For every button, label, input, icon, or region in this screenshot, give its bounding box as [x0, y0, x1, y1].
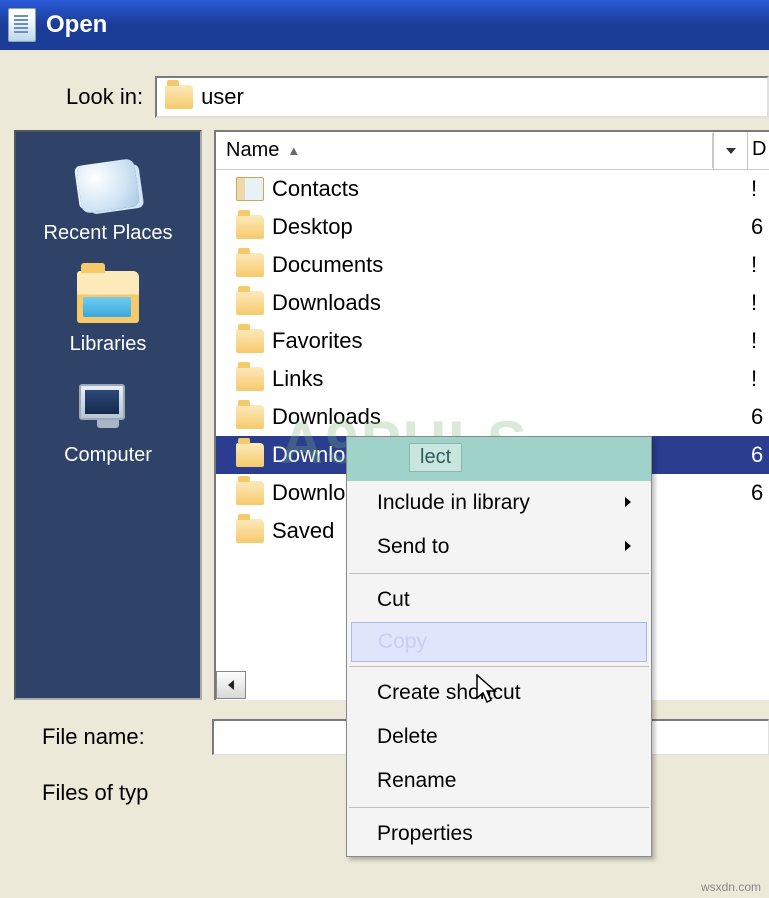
sort-ascending-icon: ▲ — [287, 143, 300, 158]
file-name: Documents — [272, 252, 383, 278]
folder-icon — [236, 253, 264, 277]
file-trail: ! — [751, 176, 769, 202]
recent-places-icon — [76, 158, 140, 214]
menu-separator — [349, 573, 649, 574]
libraries-icon — [77, 271, 139, 323]
folder-icon — [236, 405, 264, 429]
file-row[interactable]: Links! — [216, 360, 769, 398]
menu-item[interactable]: Create shortcut — [347, 671, 651, 715]
folder-icon — [236, 367, 264, 391]
filetype-label: Files of typ — [42, 780, 202, 806]
lookin-value: user — [201, 84, 244, 110]
horizontal-scrollbar[interactable] — [216, 670, 246, 700]
computer-icon — [79, 384, 137, 432]
file-row[interactable]: Desktop 6 — [216, 208, 769, 246]
file-trail: 6 — [751, 480, 769, 506]
lookin-label: Look in: — [66, 84, 143, 110]
file-name: Links — [272, 366, 323, 392]
file-name: Favorites — [272, 328, 362, 354]
menu-item-label: Rename — [377, 769, 456, 793]
file-row[interactable]: Favorites! — [216, 322, 769, 360]
menu-item[interactable]: Rename — [347, 759, 651, 803]
menu-item-label: Properties — [377, 822, 473, 846]
file-trail: ! — [751, 366, 769, 392]
folder-icon — [165, 85, 193, 109]
menu-separator — [349, 666, 649, 667]
file-trail: ! — [751, 290, 769, 316]
file-name: Downloads — [272, 290, 381, 316]
menu-separator — [349, 807, 649, 808]
places-sidebar: Recent Places Libraries Computer — [14, 130, 202, 700]
folder-icon — [236, 291, 264, 315]
file-trail: 6 — [751, 442, 769, 468]
folder-icon — [236, 215, 264, 239]
file-row[interactable]: Downloads! — [216, 284, 769, 322]
file-name: Contacts — [272, 176, 359, 202]
lookin-row: Look in: user — [0, 56, 769, 130]
source-mark: wsxdn.com — [701, 880, 761, 894]
menu-item[interactable]: Send to — [347, 525, 651, 569]
column-header-next[interactable]: D — [747, 132, 769, 169]
menu-item-label: Include in library — [377, 491, 530, 515]
contacts-icon — [236, 177, 264, 201]
notepad-icon — [8, 8, 36, 42]
column-filter-dropdown[interactable] — [713, 132, 747, 169]
folder-icon — [236, 329, 264, 353]
folder-icon — [236, 443, 264, 467]
menu-item[interactable]: Include in library — [347, 481, 651, 525]
submenu-arrow-icon — [623, 491, 633, 515]
context-menu[interactable]: lect Include in library Send to Cut Copy Crea… — [346, 436, 652, 857]
folder-icon — [236, 481, 264, 505]
file-row[interactable]: Contacts! — [216, 170, 769, 208]
filename-label: File name: — [42, 724, 202, 750]
sidebar-item-label: Recent Places — [44, 222, 173, 245]
window-title: Open — [46, 11, 107, 39]
file-trail: ! — [751, 252, 769, 278]
menu-item[interactable]: Copy — [351, 622, 647, 662]
file-row[interactable]: Documents! — [216, 246, 769, 284]
submenu-arrow-icon — [623, 535, 633, 559]
sidebar-item-libraries[interactable]: Libraries — [16, 263, 200, 368]
menu-item-label: lect — [409, 443, 462, 472]
menu-item[interactable]: Delete — [347, 715, 651, 759]
file-row[interactable]: Downloads 6 — [216, 398, 769, 436]
column-header-name[interactable]: Name ▲ — [216, 133, 713, 168]
folder-icon — [236, 519, 264, 543]
file-name: Desktop — [272, 214, 353, 240]
lookin-combo[interactable]: user — [155, 76, 769, 118]
menu-item-label: Send to — [377, 535, 449, 559]
file-name: Saved — [272, 518, 334, 544]
file-name: Downloads — [272, 404, 381, 430]
sidebar-item-label: Computer — [64, 444, 152, 467]
sidebar-item-label: Libraries — [70, 333, 147, 356]
menu-item[interactable]: Cut — [347, 578, 651, 622]
file-trail: 6 — [751, 404, 769, 430]
sidebar-item-recent-places[interactable]: Recent Places — [16, 152, 200, 257]
file-trail: 6 — [751, 214, 769, 240]
menu-item[interactable]: Properties — [347, 812, 651, 856]
menu-item-label: Copy — [378, 630, 427, 654]
sidebar-item-computer[interactable]: Computer — [16, 374, 200, 479]
scroll-left-button[interactable] — [216, 671, 246, 699]
menu-item-label: Cut — [377, 588, 410, 612]
menu-item-label: Delete — [377, 725, 438, 749]
file-trail: ! — [751, 328, 769, 354]
column-header-row: Name ▲ D — [216, 132, 769, 170]
menu-item[interactable]: lect — [347, 437, 651, 481]
titlebar[interactable]: Open — [0, 0, 769, 50]
menu-item-label: Create shortcut — [377, 681, 521, 705]
